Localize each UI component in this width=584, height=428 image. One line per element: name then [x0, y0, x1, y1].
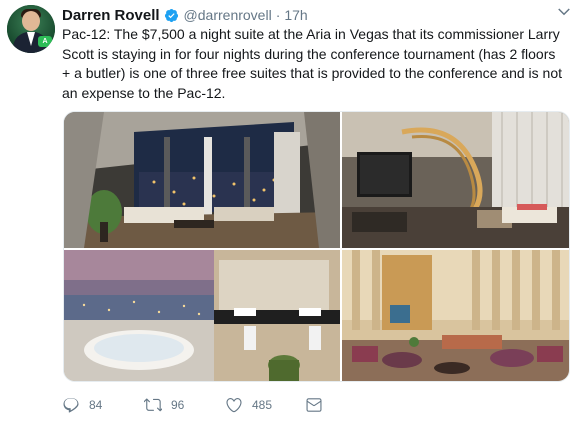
media-grid: [63, 111, 570, 382]
author-name[interactable]: Darren Rovell: [62, 7, 160, 24]
photo-suite-lounge[interactable]: [342, 250, 569, 381]
tweet-text: Pac-12: The $7,500 a night suite at the …: [62, 26, 563, 101]
retweet-icon: [144, 398, 162, 412]
reply-icon: [63, 398, 79, 413]
verified-badge-icon: [164, 8, 179, 23]
tweet-timestamp[interactable]: 17h: [284, 7, 307, 23]
retweet-button[interactable]: 96: [144, 396, 184, 414]
author-handle[interactable]: @darrenrovell: [184, 7, 272, 23]
reply-count: 84: [89, 398, 103, 412]
photo-suite-staircase[interactable]: [342, 112, 569, 248]
direct-message-button[interactable]: [305, 396, 323, 414]
tweet[interactable]: A Darren Rovell @darrenrovell · 17h Pac-…: [0, 0, 584, 428]
envelope-icon: [306, 398, 322, 412]
photo-suite-living-room[interactable]: [64, 112, 340, 248]
avatar[interactable]: A: [7, 5, 55, 53]
like-count: 485: [252, 398, 273, 412]
retweet-count: 96: [171, 398, 185, 412]
heart-icon: [226, 398, 242, 413]
photo-suite-bathroom[interactable]: [64, 250, 340, 381]
like-button[interactable]: 485: [225, 396, 272, 414]
separator-dot: ·: [275, 7, 281, 23]
chevron-down-icon[interactable]: [554, 4, 574, 20]
tweet-header: Darren Rovell @darrenrovell · 17h: [62, 5, 308, 25]
reply-button[interactable]: 84: [62, 396, 102, 414]
